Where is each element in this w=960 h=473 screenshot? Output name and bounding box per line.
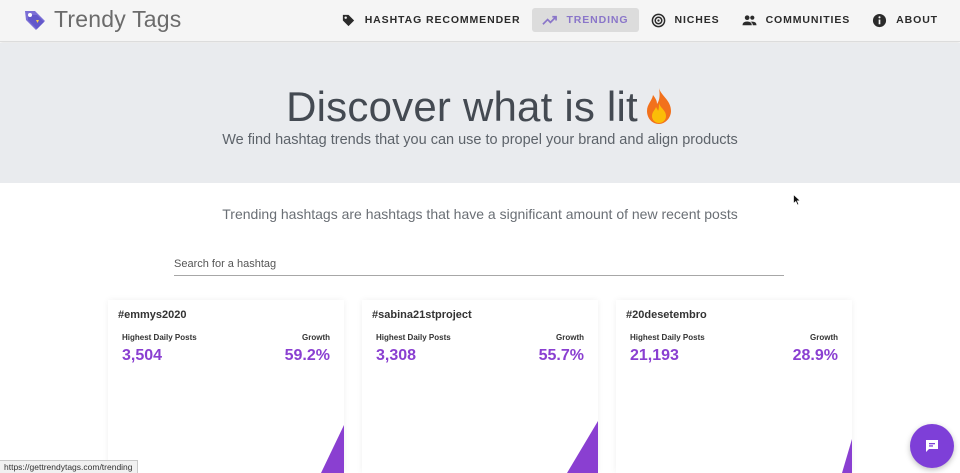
hashtag-name: #20desetembro <box>626 309 707 321</box>
nav-label: TRENDING <box>566 14 629 26</box>
highest-daily-posts-value: 3,504 <box>122 347 163 364</box>
nav-label: NICHES <box>674 14 720 26</box>
trend-sparkline <box>321 425 344 473</box>
nav-label: COMMUNITIES <box>765 14 851 26</box>
hero-title: Discover what is lit <box>0 83 960 131</box>
brand[interactable]: Trendy Tags <box>22 6 182 33</box>
main-nav: HASHTAG RECOMMENDER TRENDING NICHES COMM… <box>329 7 948 33</box>
status-bar-url: https://gettrendytags.com/trending <box>0 460 138 473</box>
highest-daily-posts-value: 21,193 <box>630 347 679 364</box>
search-input[interactable] <box>174 254 784 274</box>
hero-subtitle: We find hashtag trends that you can use … <box>222 132 738 148</box>
tag-icon <box>342 14 354 26</box>
app-title: Trendy Tags <box>54 6 182 32</box>
highest-daily-posts-label: Highest Daily Posts <box>122 333 197 342</box>
nav-niches[interactable]: NICHES <box>641 8 730 32</box>
people-icon <box>742 14 757 25</box>
trend-sparkline <box>567 421 598 473</box>
trending-card[interactable]: #20desetembro Highest Daily Posts Growth… <box>616 300 852 473</box>
fire-icon <box>646 88 671 124</box>
highest-daily-posts-value: 3,308 <box>376 347 417 364</box>
info-icon <box>873 13 887 27</box>
nav-label: HASHTAG RECOMMENDER <box>364 14 521 26</box>
top-app-bar: Trendy Tags HASHTAG RECOMMENDER TRENDING… <box>0 0 960 42</box>
growth-value: 28.9% <box>792 347 838 364</box>
growth-value: 55.7% <box>538 347 584 364</box>
growth-label: Growth <box>810 333 838 342</box>
hero-title-text: Discover what is lit <box>286 83 638 130</box>
nav-label: ABOUT <box>896 14 938 26</box>
growth-label: Growth <box>302 333 330 342</box>
trend-sparkline <box>842 439 852 473</box>
nav-trending[interactable]: TRENDING <box>532 8 639 32</box>
trending-card[interactable]: #sabina21stproject Highest Daily Posts G… <box>362 300 598 473</box>
growth-label: Growth <box>556 333 584 342</box>
hashtag-name: #emmys2020 <box>118 309 187 321</box>
highest-daily-posts-label: Highest Daily Posts <box>630 333 705 342</box>
tag-logo-icon <box>25 10 45 30</box>
hashtag-name: #sabina21stproject <box>372 309 472 321</box>
intro-text: Trending hashtags are hashtags that have… <box>222 206 738 222</box>
target-icon <box>651 13 665 27</box>
trending-up-icon <box>542 15 558 25</box>
nav-about[interactable]: ABOUT <box>862 8 948 32</box>
trending-card[interactable]: #emmys2020 Highest Daily Posts Growth 3,… <box>108 300 344 473</box>
mouse-cursor-icon <box>793 194 801 206</box>
search-field <box>174 254 784 276</box>
nav-hashtag-recommender[interactable]: HASHTAG RECOMMENDER <box>331 8 531 32</box>
highest-daily-posts-label: Highest Daily Posts <box>376 333 451 342</box>
chat-bubble-icon <box>926 440 938 452</box>
chat-button[interactable] <box>910 424 954 468</box>
growth-value: 59.2% <box>284 347 330 364</box>
hero-banner: Discover what is lit We find hashtag tre… <box>0 43 960 206</box>
nav-communities[interactable]: COMMUNITIES <box>732 8 861 32</box>
